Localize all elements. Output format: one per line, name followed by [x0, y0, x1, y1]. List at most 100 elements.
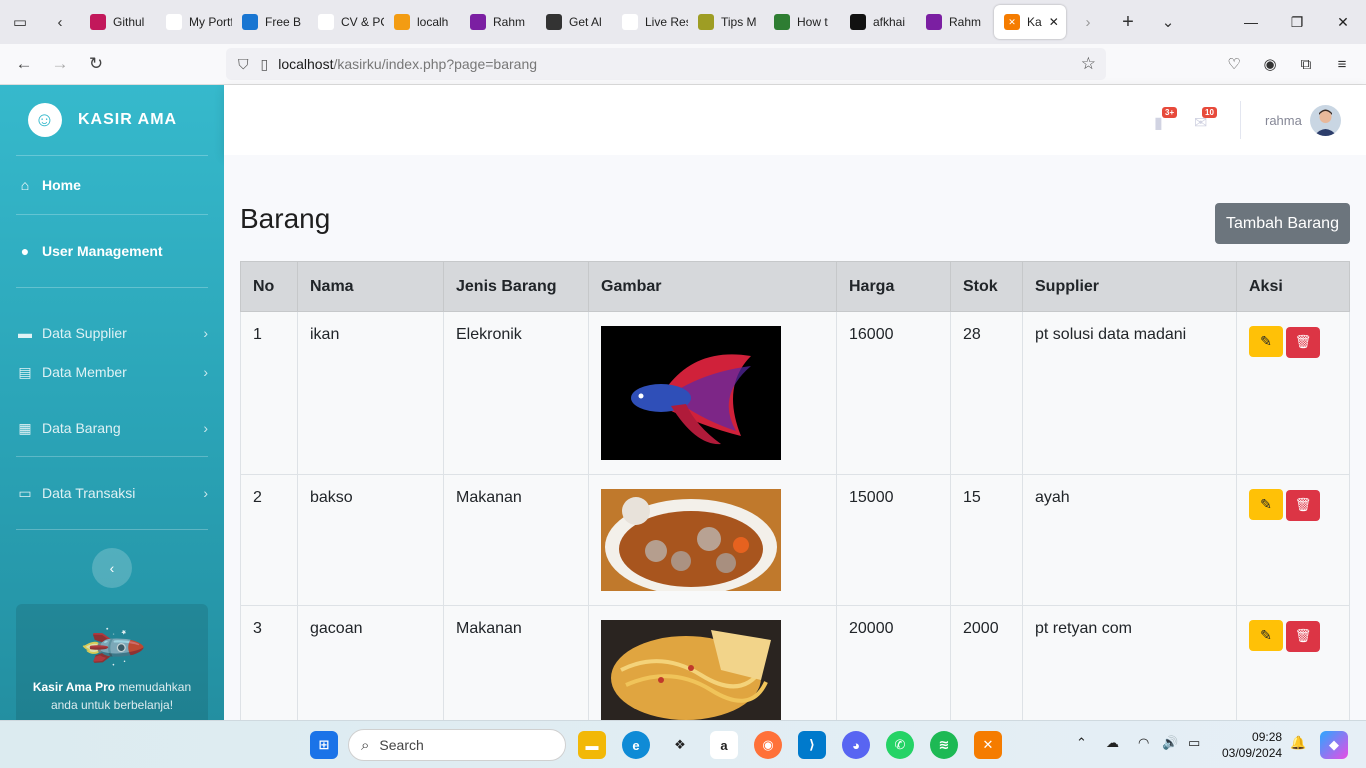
sidebar-item-user-management[interactable]: ● User Management: [0, 215, 224, 287]
file-explorer-icon[interactable]: ▬: [578, 731, 606, 759]
browser-tab[interactable]: Rahm: [460, 5, 536, 39]
cell-nama: gacoan: [297, 605, 444, 720]
menu-icon[interactable]: ≡: [1326, 48, 1358, 80]
discord-icon[interactable]: ◕: [842, 731, 870, 759]
edge-icon[interactable]: e: [622, 731, 650, 759]
cell-harga: 15000: [836, 474, 951, 606]
whatsapp-icon[interactable]: ✆: [886, 731, 914, 759]
tab-favicon-icon: [166, 14, 182, 30]
windows-start-icon[interactable]: ⊞: [310, 731, 338, 759]
sidebar-item-label: Data Barang: [42, 420, 121, 436]
restore-icon[interactable]: ❐: [1274, 0, 1320, 44]
back-icon[interactable]: ←: [6, 46, 42, 82]
browser-tab-label: CV & POR: [341, 15, 384, 29]
xampp-icon[interactable]: ✕: [974, 731, 1002, 759]
browser-tab[interactable]: Rahm: [916, 5, 992, 39]
table-row: 1 ikan Elekronik 16000 28 pt solusi data…: [240, 311, 1350, 475]
account-icon[interactable]: ◉: [1254, 48, 1286, 80]
browser-tab[interactable]: CV & POR: [308, 5, 384, 39]
delete-button[interactable]: 🗑: [1286, 489, 1320, 521]
tab-favicon-icon: [394, 14, 410, 30]
active-tab[interactable]: ✕ Ka ✕: [994, 5, 1066, 39]
username[interactable]: rahma: [1265, 113, 1302, 128]
edit-icon: ✎: [1260, 627, 1272, 643]
cell-supplier: ayah: [1022, 474, 1237, 606]
search-placeholder: Search: [379, 737, 424, 753]
extensions-icon[interactable]: ⧉: [1290, 48, 1322, 80]
edit-button[interactable]: ✎: [1249, 326, 1283, 357]
wifi-icon[interactable]: ◠: [1138, 735, 1149, 751]
tab-favicon-icon: [850, 14, 866, 30]
notification-bell-icon[interactable]: 🔔: [1290, 735, 1306, 751]
spotify-icon[interactable]: ≋: [930, 731, 958, 759]
avatar[interactable]: [1310, 105, 1341, 136]
cell-nama: ikan: [297, 311, 444, 475]
alerts-bell-icon[interactable]: ▮ 3+: [1154, 107, 1178, 133]
edit-button[interactable]: ✎: [1249, 489, 1283, 520]
battery-icon[interactable]: ▭: [1188, 735, 1200, 751]
sidebar-toggle-button[interactable]: ‹: [92, 548, 132, 588]
copilot-icon[interactable]: ◆: [1320, 731, 1348, 759]
pocket-icon[interactable]: ♡: [1218, 48, 1250, 80]
window-close-icon[interactable]: ✕: [1320, 0, 1366, 44]
forward-icon[interactable]: →: [42, 46, 78, 82]
cell-no: 2: [240, 474, 298, 606]
new-tab-icon[interactable]: +: [1108, 0, 1148, 44]
taskbar-search[interactable]: ⌕ Search: [348, 729, 566, 761]
sidebar-item-data-member[interactable]: ▤ Data Member ›: [0, 344, 224, 400]
sidebar-item-data-barang[interactable]: ▦ Data Barang ›: [0, 400, 224, 456]
cell-aksi: ✎ 🗑: [1236, 474, 1350, 606]
minimize-icon[interactable]: —: [1228, 0, 1274, 44]
browser-tab-label: Live Resur: [645, 15, 688, 29]
sidebar-item-label: Data Transaksi: [42, 485, 136, 501]
tab-favicon-icon: [318, 14, 334, 30]
list-tabs-icon[interactable]: ⌄: [1148, 0, 1188, 44]
messages-badge: 10: [1202, 107, 1217, 118]
tab-overview-icon[interactable]: ▭: [0, 0, 40, 44]
taskbar-clock[interactable]: 09:28 03/09/2024: [1222, 729, 1282, 761]
cell-supplier: pt retyan com: [1022, 605, 1237, 720]
dropbox-icon[interactable]: ❖: [666, 731, 694, 759]
cell-gambar: [588, 311, 837, 475]
vscode-icon[interactable]: ⟩: [798, 731, 826, 759]
messages-envelope-icon[interactable]: ✉ 10: [1194, 107, 1217, 133]
browser-tab[interactable]: Get Al: [536, 5, 612, 39]
reload-icon[interactable]: ↻: [78, 46, 114, 82]
url-bar[interactable]: ⛉ ▯ localhost/kasirku/index.php?page=bar…: [226, 48, 1106, 80]
shield-icon[interactable]: ⛉: [238, 56, 249, 73]
topbar-divider: [1240, 101, 1241, 139]
browser-tab[interactable]: Tips M: [688, 5, 764, 39]
cell-jenis: Elekronik: [443, 311, 589, 475]
browser-tab[interactable]: afkhai: [840, 5, 916, 39]
browser-tab-label: afkhai: [873, 15, 906, 29]
bookmark-star-icon[interactable]: ☆: [1081, 54, 1096, 74]
amazon-icon[interactable]: a: [710, 731, 738, 759]
volume-icon[interactable]: 🔊: [1162, 735, 1178, 751]
browser-tab[interactable]: Live Resur: [612, 5, 688, 39]
tab-favicon-icon: [242, 14, 258, 30]
browser-tab[interactable]: localh: [384, 5, 460, 39]
tab-scroll-left-icon[interactable]: ‹: [40, 0, 80, 44]
delete-button[interactable]: 🗑: [1286, 326, 1320, 358]
sidebar-brand[interactable]: ☺ KASIR AMA: [0, 85, 224, 155]
sidebar: ☺ KASIR AMA ⌂ Home ● User Management ▬ D…: [0, 85, 224, 720]
add-barang-button[interactable]: Tambah Barang: [1215, 203, 1350, 244]
chevron-up-icon[interactable]: ⌃: [1076, 735, 1087, 751]
tab-favicon-icon: [926, 14, 942, 30]
browser-tab[interactable]: How t: [764, 5, 840, 39]
sidebar-item-home[interactable]: ⌂ Home: [0, 156, 224, 214]
promo-card: 🚀 Kasir Ama Pro memudahkan anda untuk be…: [16, 604, 208, 720]
browser-tab[interactable]: Free B: [232, 5, 308, 39]
close-tab-icon[interactable]: ✕: [1049, 15, 1059, 29]
onedrive-icon[interactable]: ☁: [1106, 735, 1119, 751]
browser-tab[interactable]: My Portfo: [156, 5, 232, 39]
edit-button[interactable]: ✎: [1249, 620, 1283, 651]
clock-date: 03/09/2024: [1222, 746, 1283, 760]
tab-favicon-icon: [546, 14, 562, 30]
tab-scroll-right-icon[interactable]: ›: [1068, 0, 1108, 44]
browser-tab[interactable]: Githul: [80, 5, 156, 39]
cell-stok: 2000: [950, 605, 1023, 720]
firefox-icon[interactable]: ◉: [754, 731, 782, 759]
sidebar-item-data-transaksi[interactable]: ▭ Data Transaksi ›: [0, 457, 224, 529]
delete-button[interactable]: 🗑: [1286, 620, 1320, 652]
